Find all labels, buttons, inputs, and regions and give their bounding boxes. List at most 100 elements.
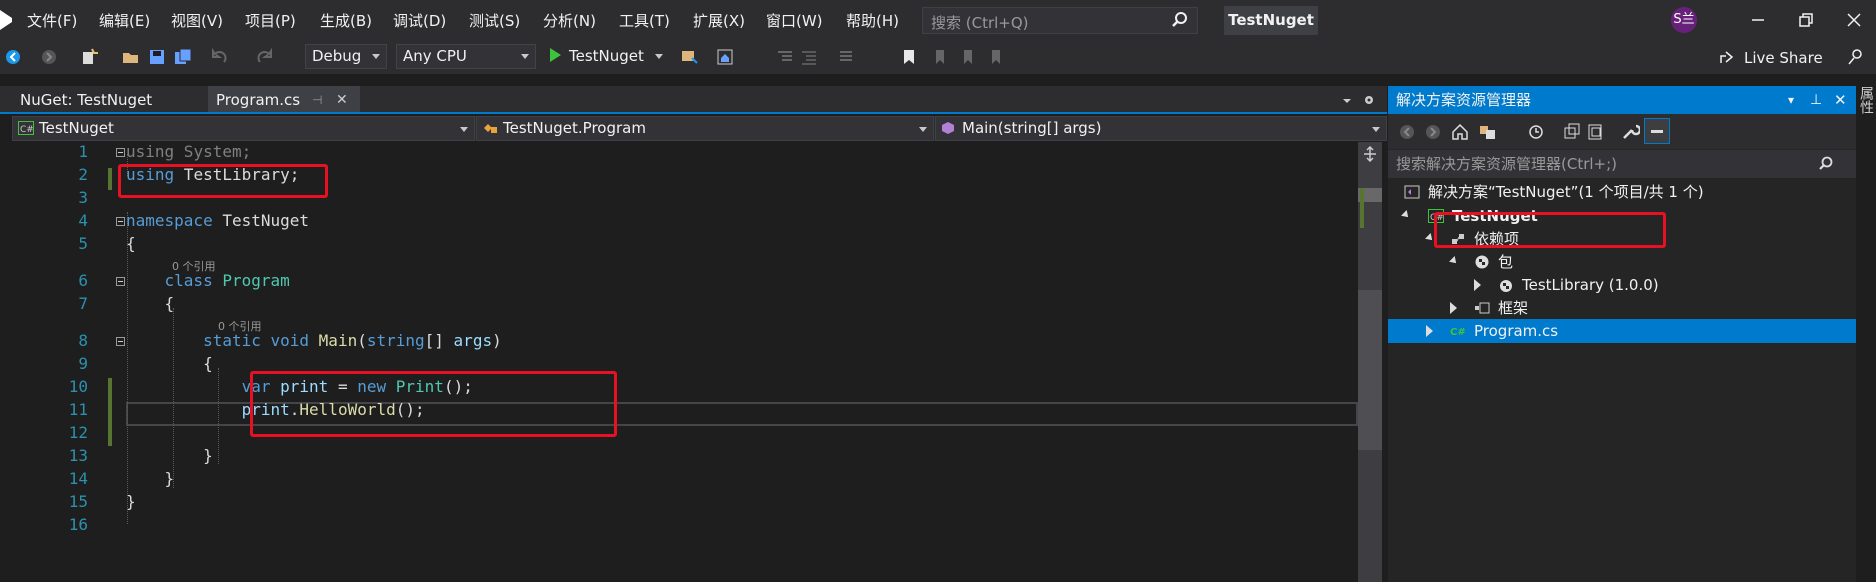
back-icon[interactable] — [4, 48, 22, 66]
new-project-icon[interactable] — [80, 48, 98, 66]
outdent-icon[interactable] — [800, 48, 818, 66]
package-icon — [1475, 255, 1489, 269]
platform-select[interactable]: Any CPU — [396, 44, 536, 69]
code-editor[interactable]: 1 2 3 4 5 6 7 8 9 10 11 12 13 14 15 16 u… — [28, 142, 1358, 582]
play-icon — [550, 48, 561, 62]
search-input[interactable]: 搜索 (Ctrl+Q) — [922, 7, 1198, 34]
save-all-icon[interactable] — [174, 48, 192, 66]
split-icon[interactable] — [1362, 146, 1378, 162]
restore-icon[interactable] — [1796, 10, 1816, 30]
change-overview-marker — [1360, 188, 1364, 228]
menu-analyze[interactable]: 分析(N) — [543, 10, 596, 31]
redo-icon[interactable] — [256, 48, 274, 66]
tree-label: 包 — [1498, 253, 1514, 271]
editor-scrollbar[interactable] — [1358, 142, 1382, 582]
avatar[interactable]: S兰 — [1671, 7, 1697, 33]
menu-extensions[interactable]: 扩展(X) — [693, 10, 745, 31]
pin-icon[interactable]: ⊥ — [1810, 86, 1822, 114]
tree-item-solution[interactable]: 解决方案“TestNuget”(1 个项目/共 1 个) — [1388, 180, 1856, 204]
tab-program-cs[interactable]: Program.cs ⊣ ✕ — [208, 86, 360, 114]
gear-icon[interactable] — [1362, 93, 1376, 107]
menu-build[interactable]: 生成(B) — [320, 10, 372, 31]
home-icon[interactable] — [716, 48, 734, 66]
tab-label: NuGet: TestNuget — [20, 91, 153, 109]
save-icon[interactable] — [148, 48, 166, 66]
tree-item-packages[interactable]: 包 — [1388, 250, 1856, 274]
scroll-thumb[interactable] — [1358, 290, 1382, 450]
document-tabs: NuGet: TestNuget Program.cs ⊣ ✕ — [0, 86, 1387, 114]
menu-debug[interactable]: 调试(D) — [393, 10, 446, 31]
tree-item-testlibrary[interactable]: TestLibrary (1.0.0) — [1388, 273, 1856, 297]
tree-item-program-cs[interactable]: C# Program.cs — [1388, 319, 1856, 343]
expanded-arrow-icon[interactable] — [1401, 210, 1411, 220]
collapsed-arrow-icon[interactable] — [1474, 279, 1481, 291]
home-icon[interactable] — [1450, 122, 1470, 142]
collapsed-arrow-icon[interactable] — [1426, 325, 1433, 337]
show-all-files-icon[interactable] — [1586, 122, 1606, 142]
format-icon[interactable] — [776, 48, 794, 66]
expanded-arrow-icon[interactable] — [1449, 256, 1459, 266]
navigation-bar: C# TestNuget TestNuget.Program Main(stri… — [12, 116, 1387, 141]
switch-views-icon[interactable] — [1478, 122, 1498, 142]
type-dropdown[interactable]: TestNuget.Program — [476, 116, 934, 141]
tab-list-dropdown-icon[interactable] — [1340, 94, 1354, 108]
bookmark-icon[interactable] — [900, 48, 918, 66]
close-tab-icon[interactable]: ✕ — [336, 86, 348, 114]
feedback-icon[interactable] — [1846, 48, 1864, 66]
line-number: 16 — [68, 515, 88, 534]
menu-edit[interactable]: 编辑(E) — [99, 10, 150, 31]
menu-project[interactable]: 项目(P) — [245, 10, 296, 31]
forward-icon[interactable] — [1424, 123, 1442, 141]
member-dropdown[interactable]: Main(string[] args) — [935, 116, 1387, 141]
code-line: static void Main(string[] args) — [203, 331, 502, 350]
properties-wrench-icon[interactable] — [1620, 122, 1640, 142]
live-share-button[interactable]: Live Share — [1744, 49, 1823, 67]
highlight-box — [250, 371, 617, 437]
solution-explorer-toolbar — [1388, 114, 1856, 149]
chevron-down-icon — [1372, 127, 1380, 132]
pin-icon[interactable]: ⊣ — [312, 86, 322, 114]
tab-nuget[interactable]: NuGet: TestNuget — [12, 86, 160, 114]
open-folder-icon[interactable] — [122, 48, 140, 66]
next-bookmark-icon[interactable] — [958, 48, 976, 66]
close-panel-icon[interactable]: ✕ — [1834, 86, 1847, 114]
chevron-down-icon — [460, 127, 468, 132]
comment-icon[interactable] — [838, 48, 856, 66]
method-icon — [942, 122, 954, 134]
panel-menu-icon[interactable]: ▾ — [1788, 86, 1794, 114]
collapse-all-icon[interactable] — [1562, 122, 1582, 142]
forward-icon[interactable] — [40, 48, 58, 66]
menu-tools[interactable]: 工具(T) — [619, 10, 670, 31]
search-icon[interactable] — [1818, 156, 1834, 172]
framework-icon — [1475, 302, 1490, 314]
minimize-icon[interactable] — [1748, 10, 1768, 30]
attach-icon[interactable] — [680, 48, 698, 66]
close-icon[interactable] — [1844, 10, 1864, 30]
chevron-down-icon[interactable] — [654, 54, 663, 59]
solution-explorer: 解决方案资源管理器 ▾ ⊥ ✕ 搜索解决方案资源管理器(Ctrl+;) 解决方案… — [1388, 86, 1856, 582]
collapsed-arrow-icon[interactable] — [1450, 302, 1457, 314]
clear-bookmarks-icon[interactable] — [986, 48, 1004, 66]
class-icon — [484, 124, 497, 133]
menu-help[interactable]: 帮助(H) — [846, 10, 899, 31]
configuration-select[interactable]: Debug — [305, 44, 387, 69]
search-icon[interactable] — [1171, 11, 1189, 29]
solution-search-input[interactable]: 搜索解决方案资源管理器(Ctrl+;) — [1388, 150, 1856, 178]
panel-title: 解决方案资源管理器 — [1396, 91, 1532, 109]
undo-icon[interactable] — [210, 48, 228, 66]
menu-test[interactable]: 测试(S) — [469, 10, 520, 31]
project-dropdown[interactable]: C# TestNuget — [12, 116, 475, 141]
tree-item-frameworks[interactable]: 框架 — [1388, 296, 1856, 320]
pending-changes-icon[interactable] — [1526, 122, 1546, 142]
menu-window[interactable]: 窗口(W) — [766, 10, 823, 31]
preview-selected-button[interactable] — [1644, 118, 1670, 144]
menu-view[interactable]: 视图(V) — [171, 10, 223, 31]
configuration-value: Debug — [312, 47, 362, 65]
prev-bookmark-icon[interactable] — [930, 48, 948, 66]
back-icon[interactable] — [1398, 123, 1416, 141]
code-line: var print = new Print(); — [241, 377, 473, 396]
menu-file[interactable]: 文件(F) — [27, 10, 77, 31]
properties-side-tab[interactable]: 属性 — [1858, 86, 1876, 166]
code-line: } — [126, 492, 136, 511]
start-debugging-button[interactable]: TestNuget — [550, 47, 663, 69]
